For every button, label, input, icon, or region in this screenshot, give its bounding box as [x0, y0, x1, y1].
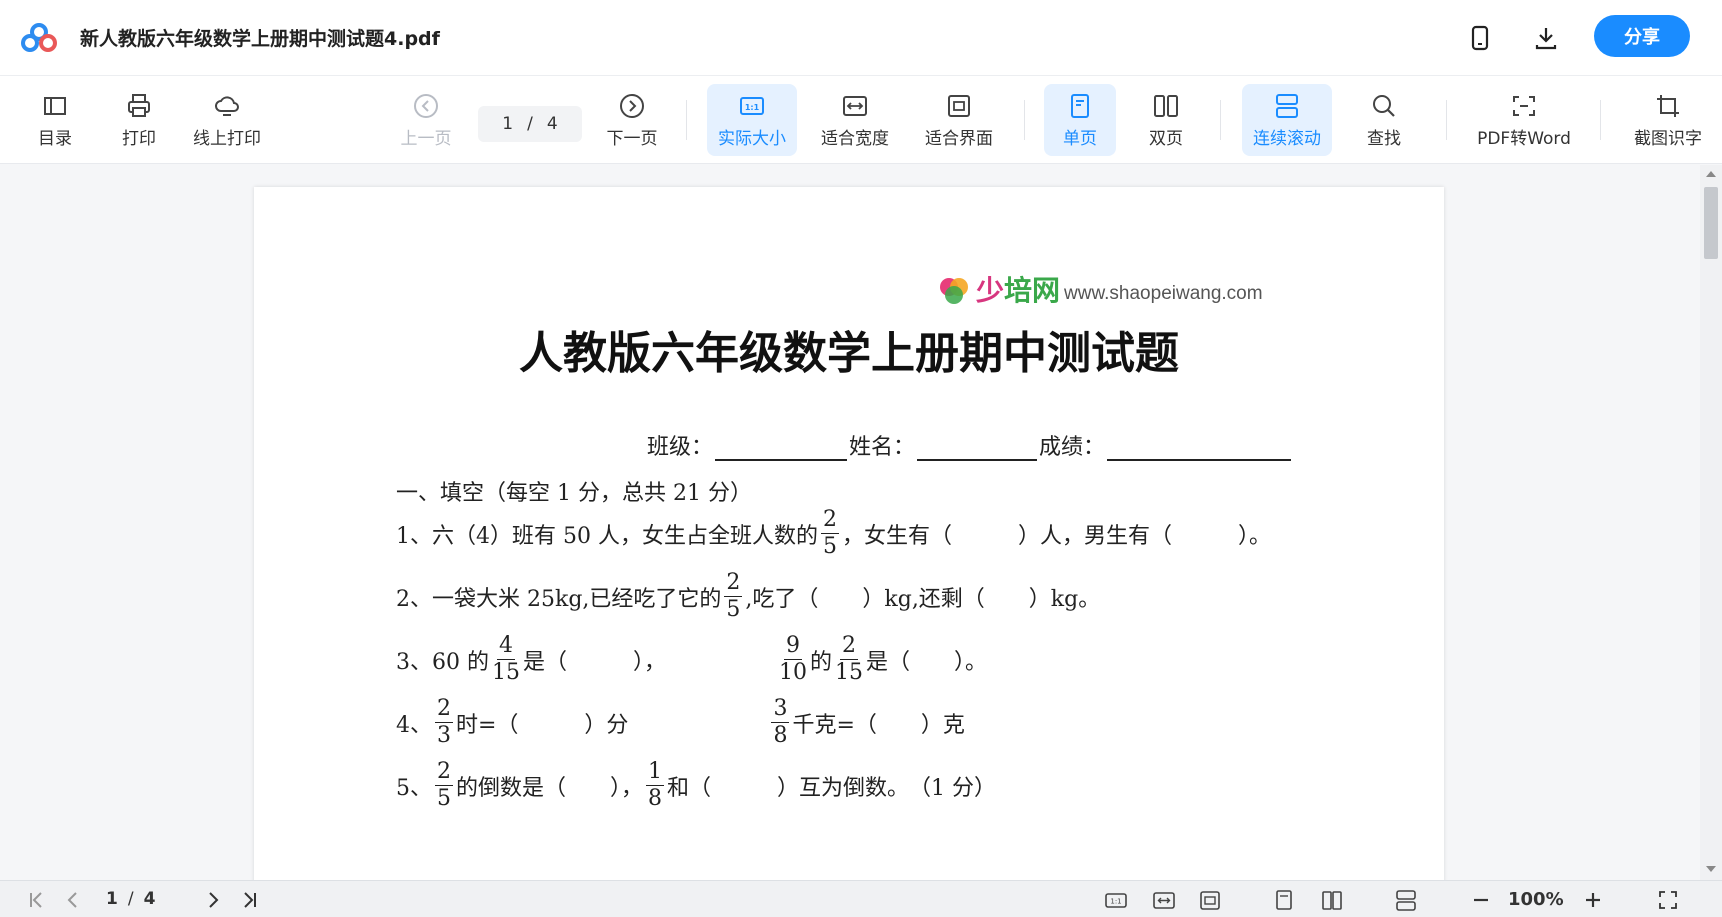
phone-icon	[1471, 25, 1489, 51]
double-page-icon	[1322, 891, 1342, 910]
svg-text:1:1: 1:1	[745, 103, 760, 112]
chevron-left-icon	[67, 892, 77, 908]
next-page-small-button[interactable]	[200, 887, 226, 913]
continuous-scroll-icon	[1396, 890, 1416, 911]
chevron-right-circle-icon	[620, 93, 644, 118]
svg-text:1:1: 1:1	[1110, 898, 1121, 906]
chevron-right-icon	[209, 892, 219, 908]
title-bar: 新人教版六年级数学上册期中测试题4.pdf 分享	[0, 0, 1722, 76]
last-page-icon	[244, 892, 256, 908]
status-double-page-button[interactable]	[1318, 887, 1346, 913]
fullscreen-button[interactable]	[1654, 887, 1682, 913]
status-fit-screen-button[interactable]	[1196, 887, 1224, 913]
plus-icon	[1586, 893, 1600, 907]
question-2: 2、一袋大米 25kg,已经吃了它的 25 ,吃了（ ）kg,还剩（ ）kg。	[396, 570, 1101, 622]
printer-icon	[128, 93, 150, 117]
toolbar: 目录 打印 线上打印 上一页 1 / 4 下一页 1:1 实际大小 适合宽度 适…	[0, 76, 1722, 164]
continuous-scroll-icon	[1276, 93, 1298, 118]
print-button[interactable]: 打印	[112, 84, 166, 156]
toolbar-divider	[1220, 100, 1221, 140]
last-page-button[interactable]	[236, 887, 262, 913]
chevron-left-circle-icon	[414, 93, 438, 118]
actual-size-button[interactable]: 1:1 实际大小	[707, 84, 797, 156]
fullscreen-icon	[1659, 891, 1677, 909]
vertical-scrollbar[interactable]	[1700, 165, 1722, 880]
pdf-page: 少培网 www.shaopeiwang.com 人教版六年级数学上册期中测试题 …	[254, 187, 1444, 880]
fit-width-button[interactable]: 适合宽度	[812, 84, 898, 156]
fit-screen-icon	[948, 94, 970, 117]
prev-page-button[interactable]: 上一页	[398, 84, 454, 156]
toolbar-divider	[1024, 100, 1025, 140]
section-heading: 一、填空（每空 1 分，总共 21 分）	[396, 481, 752, 506]
toc-button[interactable]: 目录	[28, 84, 82, 156]
question-4: 4、 23 时=（ ）分 38 千克=（ ）克	[396, 696, 965, 748]
cloud-print-icon	[215, 95, 239, 116]
screenshot-ocr-button[interactable]: 截图识字	[1626, 84, 1710, 156]
class-blank	[715, 439, 848, 461]
convert-icon	[1513, 95, 1535, 116]
online-print-button[interactable]: 线上打印	[188, 84, 266, 156]
minus-icon	[1474, 898, 1488, 902]
next-page-button[interactable]: 下一页	[604, 84, 660, 156]
double-page-button[interactable]: 双页	[1130, 84, 1202, 156]
fit-width-icon	[843, 95, 867, 116]
status-fit-width-button[interactable]	[1150, 887, 1178, 913]
download-icon	[1535, 28, 1557, 50]
status-bar: 1 / 4 1:1 100%	[0, 880, 1722, 917]
toolbar-divider	[1600, 100, 1601, 140]
status-page-indicator[interactable]: 1 / 4	[106, 889, 155, 909]
toc-icon	[44, 96, 66, 115]
scrollbar-thumb[interactable]	[1704, 187, 1718, 259]
continuous-scroll-button[interactable]: 连续滚动	[1242, 84, 1332, 156]
question-1: 1、六（4）班有 50 人，女生占全班人数的 25 ，女生有（ ）人，男生有（ …	[396, 507, 1271, 559]
status-single-page-button[interactable]	[1270, 887, 1298, 913]
scroll-up-icon[interactable]	[1706, 171, 1716, 177]
toolbar-divider	[686, 100, 687, 140]
brand-watermark: 少培网 www.shaopeiwang.com	[936, 269, 1263, 309]
prev-page-small-button[interactable]	[60, 887, 86, 913]
double-page-icon	[1154, 94, 1178, 117]
zoom-in-button[interactable]	[1580, 887, 1606, 913]
single-page-icon	[1276, 890, 1292, 910]
fit-width-icon	[1153, 892, 1175, 909]
status-actual-size-button[interactable]: 1:1	[1102, 887, 1130, 913]
question-5: 5、 25 的倒数是（ ）， 18 和（ ）互为倒数。 （1 分）	[396, 759, 997, 811]
download-button[interactable]	[1528, 20, 1564, 56]
question-3: 3、60 的 4 15 是（ ）， 9 10 的 2 15 是（ ）。	[396, 633, 988, 685]
mobile-view-button[interactable]	[1462, 20, 1498, 56]
find-button[interactable]: 查找	[1354, 84, 1414, 156]
zoom-out-button[interactable]	[1468, 887, 1494, 913]
first-page-icon	[30, 892, 42, 908]
name-blank	[917, 439, 1038, 461]
search-icon	[1373, 94, 1395, 117]
crop-icon	[1657, 94, 1679, 117]
first-page-button[interactable]	[24, 887, 50, 913]
single-page-button[interactable]: 单页	[1044, 84, 1116, 156]
document-viewer[interactable]: 少培网 www.shaopeiwang.com 人教版六年级数学上册期中测试题 …	[0, 165, 1700, 880]
zoom-level[interactable]: 100%	[1508, 889, 1564, 910]
scroll-down-icon[interactable]	[1706, 866, 1716, 872]
score-blank	[1107, 439, 1292, 461]
actual-size-icon: 1:1	[1105, 893, 1127, 908]
actual-size-icon: 1:1	[740, 96, 764, 115]
fit-screen-icon	[1200, 891, 1220, 910]
toolbar-divider	[1446, 100, 1447, 140]
status-continuous-scroll-button[interactable]	[1392, 887, 1420, 913]
app-logo-icon	[21, 23, 57, 52]
document-title: 人教版六年级数学上册期中测试题	[519, 328, 1179, 379]
student-info-line: 班级： 姓名： 成绩：	[647, 429, 1293, 461]
pdf-to-word-button[interactable]: PDF转Word	[1474, 84, 1574, 156]
page-indicator[interactable]: 1 / 4	[478, 106, 582, 142]
share-button[interactable]: 分享	[1594, 15, 1690, 57]
file-title: 新人教版六年级数学上册期中测试题4.pdf	[80, 28, 440, 50]
single-page-icon	[1071, 93, 1089, 118]
brand-logo-icon	[940, 278, 968, 304]
fit-screen-button[interactable]: 适合界面	[916, 84, 1002, 156]
